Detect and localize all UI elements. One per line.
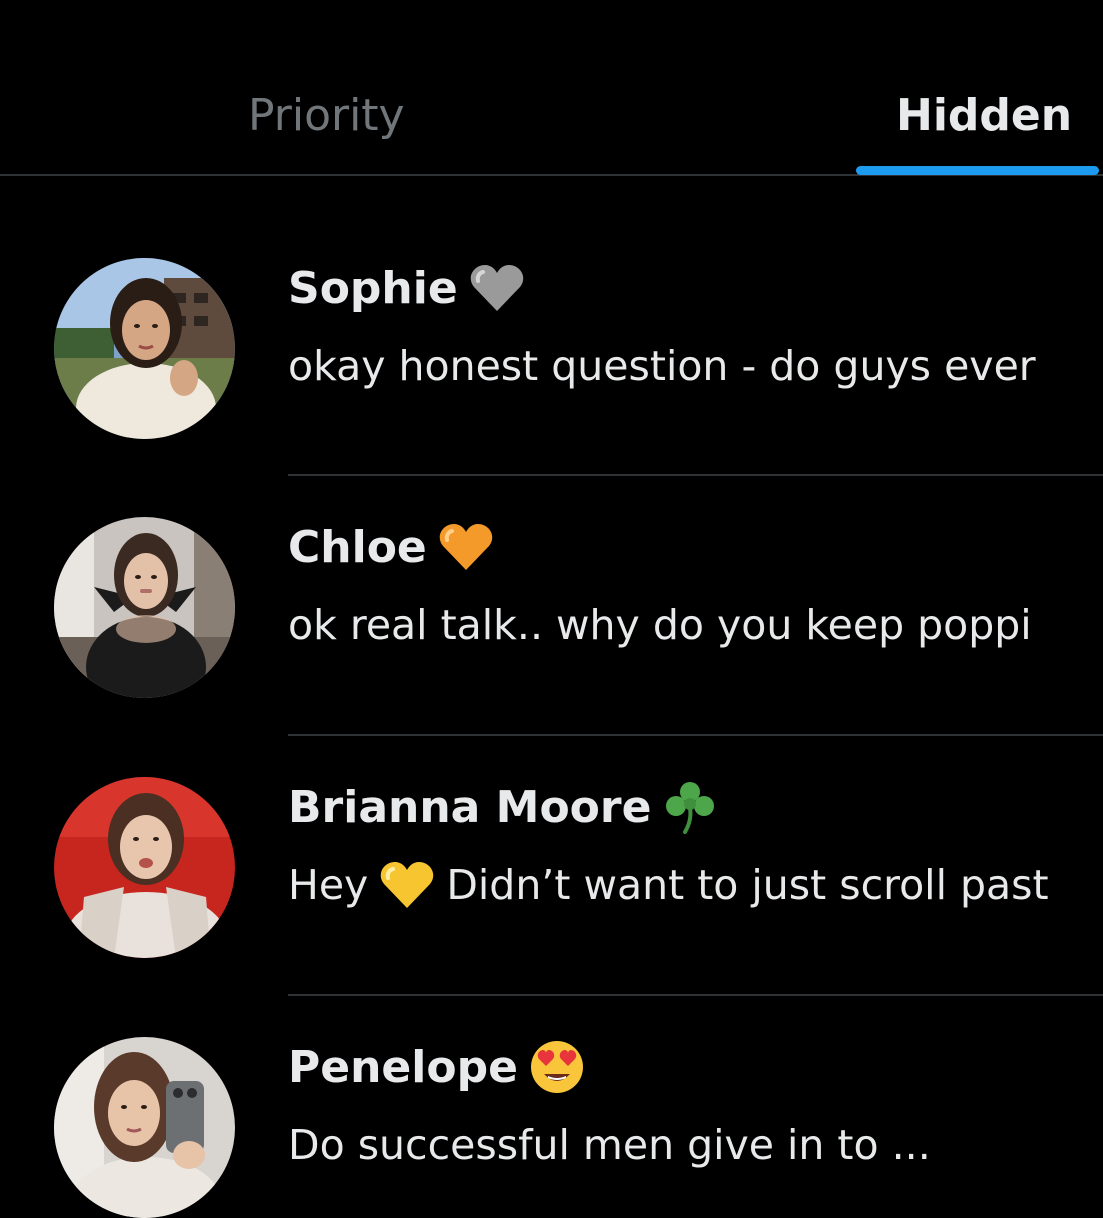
tab-hidden[interactable]: Hidden	[896, 88, 1072, 144]
message-preview: Hey Didn’t want to just scroll past	[288, 855, 1103, 915]
orange-heart-icon	[437, 518, 495, 576]
message-preview: Do successful men give in to ...	[288, 1115, 1103, 1175]
conversation-row-chloe[interactable]: Chloe ok real talk.. why do you keep pop…	[0, 437, 1103, 698]
tab-priority[interactable]: Priority	[248, 88, 405, 144]
avatar-chloe[interactable]	[54, 517, 235, 698]
name-line: Penelope	[288, 1039, 586, 1095]
avatar-sophie[interactable]	[54, 258, 235, 439]
message-preview: ok real talk.. why do you keep poppi	[288, 595, 1103, 655]
name-line: Brianna Moore	[288, 779, 719, 835]
yellow-heart-icon	[378, 856, 436, 914]
conversation-row-brianna-moore[interactable]: Brianna Moore Hey Didn’t want to just sc…	[0, 697, 1103, 958]
message-preview-text: ok real talk.. why do you keep poppi	[288, 601, 1032, 649]
message-preview-text: Hey	[288, 861, 369, 909]
active-tab-indicator	[856, 166, 1099, 175]
message-preview-text-rest: Didn’t want to just scroll past	[446, 861, 1049, 909]
avatar-penelope[interactable]	[54, 1037, 235, 1218]
message-preview-text: okay honest question - do guys ever	[288, 342, 1036, 390]
contact-name: Sophie	[288, 262, 458, 314]
name-line: Sophie	[288, 260, 526, 316]
grey-heart-icon	[468, 259, 526, 317]
tab-bar: Priority Hidden	[0, 0, 1103, 178]
message-preview-text: Do successful men give in to ...	[288, 1121, 931, 1169]
heart-eyes-face-icon	[528, 1038, 586, 1096]
contact-name: Penelope	[288, 1041, 518, 1093]
name-line: Chloe	[288, 519, 495, 575]
contact-name: Brianna Moore	[288, 781, 652, 833]
conversation-row-penelope[interactable]: Penelope Do successful men give in to ..…	[0, 957, 1103, 1218]
conversation-row-sophie[interactable]: Sophie okay honest question - do guys ev…	[0, 178, 1103, 439]
shamrock-icon	[661, 778, 719, 836]
message-preview: okay honest question - do guys ever	[288, 336, 1103, 396]
contact-name: Chloe	[288, 521, 427, 573]
avatar-brianna-moore[interactable]	[54, 777, 235, 958]
